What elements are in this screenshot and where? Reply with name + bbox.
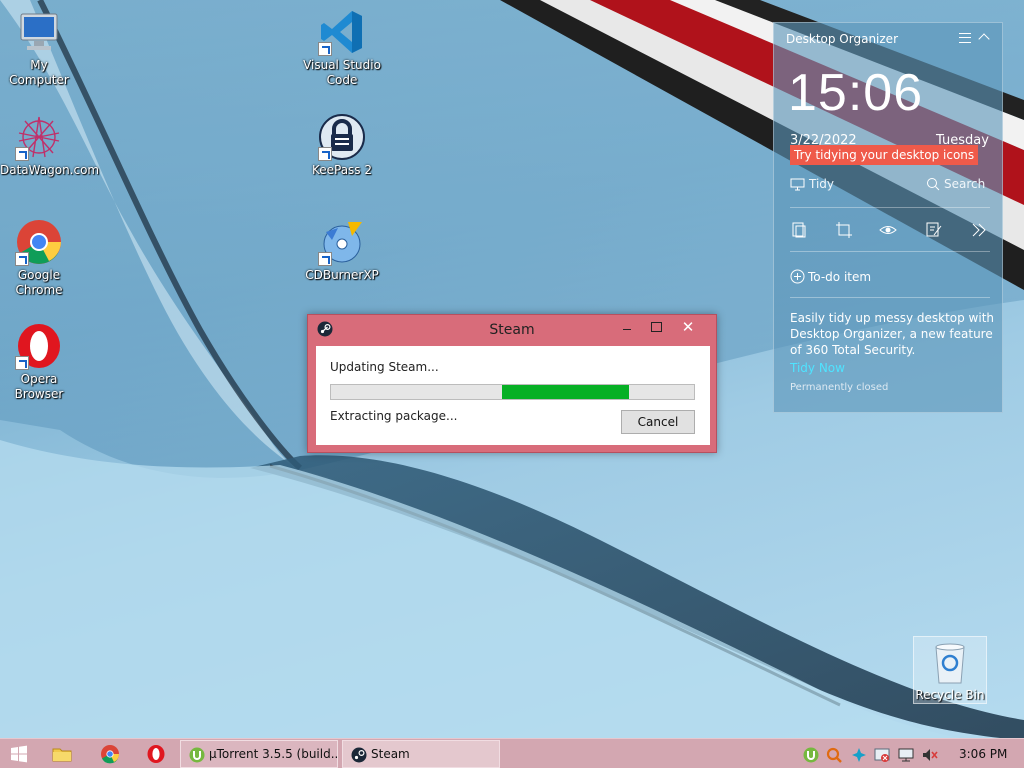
tidy-label: Tidy [809,177,835,191]
task-label: Steam [371,747,410,761]
chrome-icon [15,218,63,266]
desktop-icon-google-chrome[interactable]: Google Chrome [0,218,78,298]
tidy-now-link[interactable]: Tidy Now [790,361,845,375]
recycle-bin-icon [935,643,965,684]
360-security-tray-icon[interactable] [851,747,867,763]
eye-icon[interactable] [879,221,897,239]
organizer-time: 15:06 [788,64,924,122]
progress-fill [502,385,629,399]
update-progress-bar [330,384,695,400]
taskbar-task-steam[interactable]: Steam [342,740,500,768]
chevron-up-icon[interactable] [978,33,990,45]
taskbar-clock[interactable]: 3:06 PM [959,747,1007,761]
chrome-icon [101,745,119,764]
desktop-icon-opera-browser[interactable]: Opera Browser [0,322,78,402]
search-icon [927,178,940,191]
shortcut-arrow-icon [15,147,29,161]
menu-icon[interactable] [959,33,971,43]
desktop-organizer-widget: Desktop Organizer 15:06 3/22/2022 Tuesda… [773,22,1003,413]
shortcut-arrow-icon [15,356,29,370]
divider [790,297,990,298]
network-warning-tray-icon[interactable] [874,747,890,763]
cdburner-icon [318,218,366,266]
search-button[interactable]: Search [926,177,985,191]
tidy-tip-banner[interactable]: Try tidying your desktop icons [790,145,979,165]
utorrent-icon [189,747,205,763]
speaker-muted-icon[interactable] [922,747,938,763]
desktop-icon-visual-studio-code[interactable]: Visual Studio Code [303,8,381,88]
edit-note-icon[interactable] [925,221,943,239]
update-status-text: Updating Steam... [330,360,439,374]
organizer-title: Desktop Organizer [786,32,898,46]
cancel-button[interactable]: Cancel [621,410,695,434]
chrome-taskbar-button[interactable] [100,744,120,764]
computer-icon [15,8,63,56]
desktop-icon-my-computer[interactable]: My Computer [0,8,78,88]
desktop: My Computer DataWagon.com Google Chrome … [0,0,1024,738]
file-explorer-button[interactable] [52,744,72,764]
taskbar-task-utorrent[interactable]: µTorrent 3.5.5 (build... [180,740,338,768]
folder-icon [52,748,72,762]
todo-label: To-do item [808,269,872,284]
maximize-button[interactable] [642,317,670,337]
desktop-icon-label: Google Chrome [15,268,63,297]
keepass-icon [318,113,366,161]
steam-update-dialog: Steam ✕ Updating Steam... Extracting pac… [307,314,717,453]
permanently-closed-link[interactable]: Permanently closed [790,382,888,393]
search-tray-icon[interactable] [826,747,842,763]
desktop-icon-cdburnerxp[interactable]: CDBurnerXP [303,218,381,283]
plus-circle-icon [790,269,805,284]
datawagon-icon [15,113,63,161]
desktop-icon-label: Visual Studio Code [303,58,381,87]
extract-status-text: Extracting package... [330,409,458,423]
start-button[interactable] [9,744,29,764]
close-button[interactable]: ✕ [674,317,702,337]
steam-icon [351,747,367,763]
desktop-icon-label: My Computer [9,58,69,87]
tidy-button[interactable]: Tidy [790,177,834,191]
taskbar: µTorrent 3.5.5 (build... Steam 3:06 PM [0,738,1024,768]
opera-icon [147,745,165,763]
opera-icon [15,322,63,370]
recycle-bin-label: Recycle Bin [915,688,985,702]
divider [790,251,990,252]
desktop-icon-datawagon[interactable]: DataWagon.com [0,113,99,178]
crop-icon[interactable] [835,221,853,239]
utorrent-tray-icon[interactable] [803,747,819,763]
monitor-icon [790,178,805,190]
network-tray-icon[interactable] [898,747,914,763]
steam-titlebar[interactable]: Steam ✕ [308,315,716,345]
steam-dialog-body: Updating Steam... Extracting package... … [316,346,710,445]
shortcut-arrow-icon [318,147,332,161]
opera-taskbar-button[interactable] [146,744,166,764]
clipboard-icon[interactable] [790,221,808,239]
vscode-icon [318,8,366,56]
shortcut-arrow-icon [318,252,332,266]
desktop-icon-label: CDBurnerXP [305,268,379,282]
organizer-description: Easily tidy up messy desktop with Deskto… [790,311,995,357]
desktop-icon-label: KeePass 2 [311,163,373,177]
shortcut-arrow-icon [15,252,29,266]
minimize-button[interactable] [614,317,642,337]
desktop-icon-label: Opera Browser [14,372,64,401]
desktop-icon-keepass-2[interactable]: KeePass 2 [303,113,381,178]
windows-icon [11,745,27,763]
shortcut-arrow-icon [318,42,332,56]
desktop-icon-label: DataWagon.com [0,163,100,177]
desktop-icon-recycle-bin[interactable]: Recycle Bin [913,636,987,704]
add-todo-item-button[interactable]: To-do item [790,269,871,284]
task-label: µTorrent 3.5.5 (build... [209,747,338,761]
search-label: Search [944,177,986,191]
double-chevron-right-icon[interactable] [970,221,988,239]
divider [790,207,990,208]
